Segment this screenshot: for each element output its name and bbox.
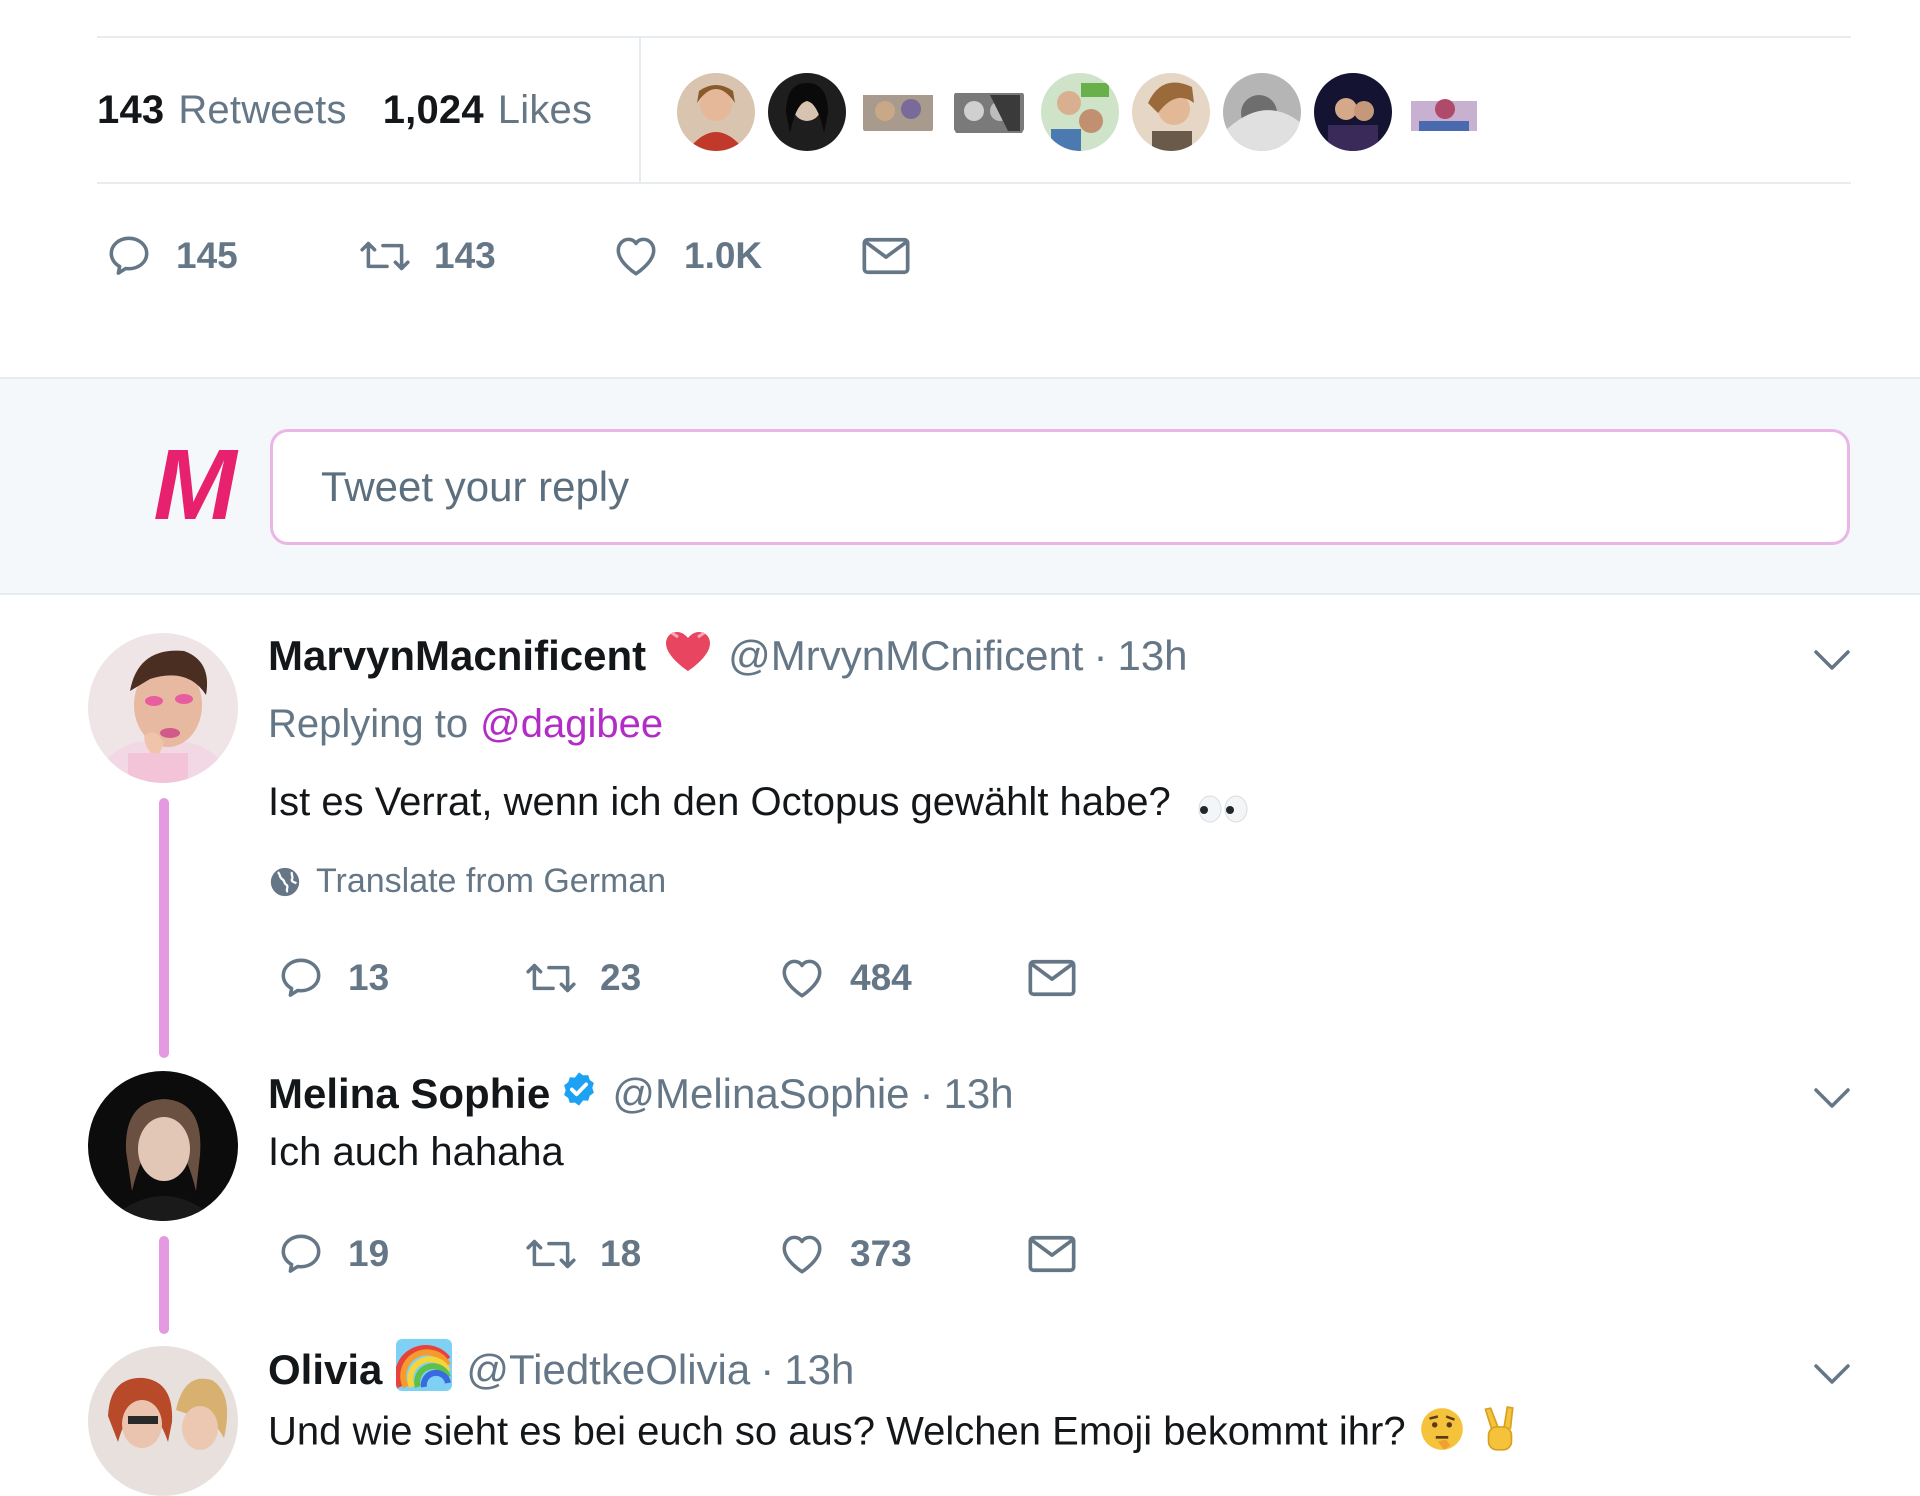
retweet-count: 143 [434,235,496,276]
reply-action[interactable]: 145 [104,226,358,286]
retweet-icon[interactable] [524,953,578,1003]
liker-avatar[interactable] [950,73,1028,151]
thread-connector [159,1236,169,1334]
tweet-text: Ich auch hahaha [268,1130,564,1175]
retweets-label[interactable]: Retweets [178,88,346,133]
like-action[interactable]: 373 [776,1224,1026,1284]
dm-action[interactable] [860,226,912,286]
thinking-face-emoji-icon [1417,1404,1467,1464]
like-action[interactable]: 1.0K [610,226,860,286]
heart-icon[interactable] [776,953,828,1003]
thread-connector [159,798,169,1058]
logo-letter: M [153,441,239,531]
reply-count: 19 [348,1233,390,1274]
tweet-header: MarvynMacnificent @MrvynMCnificent · 13h [268,624,1188,688]
liker-avatar[interactable] [1223,73,1301,151]
like-count: 373 [850,1233,912,1274]
tweet-text-body: Und wie sieht es bei euch so aus? Welche… [268,1409,1406,1454]
eyes-emoji-icon [1194,789,1254,823]
liker-avatar[interactable] [1314,73,1392,151]
liker-avatar[interactable] [1041,73,1119,151]
replying-to: Replying to @dagibee [268,702,663,747]
retweets-count[interactable]: 143 [97,88,164,133]
tweet-actions: 19 18 373 [276,1224,1078,1284]
mail-icon[interactable] [860,233,912,279]
translate-link[interactable]: Translate from German [268,862,666,901]
avatar[interactable] [88,1346,238,1496]
display-name[interactable]: MarvynMacnificent [268,632,646,680]
tweet-reply-input[interactable] [270,429,1850,545]
user-handle[interactable]: @MelinaSophie [612,1070,909,1118]
timestamp[interactable]: 13h [1117,632,1187,680]
chevron-down-icon[interactable] [1812,1086,1852,1110]
liker-avatars [677,73,1496,151]
liker-avatar[interactable] [768,73,846,151]
display-name[interactable]: Olivia [268,1346,382,1394]
mail-icon[interactable] [1026,955,1078,1001]
reply-action[interactable]: 13 [276,948,524,1008]
tweet-header: Melina Sophie @MelinaSophie · 13h [268,1062,1014,1126]
tweet-text: Und wie sieht es bei euch so aus? Welche… [268,1404,1522,1464]
tweet-text-body: Ich auch hahaha [268,1130,564,1174]
liker-avatar[interactable] [1132,73,1210,151]
reply-count: 13 [348,957,390,998]
separator-dot: · [919,1070,934,1117]
chevron-down-icon[interactable] [1812,648,1852,672]
retweet-action[interactable]: 23 [524,948,776,1008]
heart-emoji-icon [662,627,714,685]
liker-avatar[interactable] [859,73,937,151]
timestamp[interactable]: 13h [944,1070,1014,1118]
likes-count[interactable]: 1,024 [383,88,484,133]
tweet-header: Olivia @TiedtkeOlivia · 13h [268,1338,854,1402]
display-name[interactable]: Melina Sophie [268,1070,550,1118]
chevron-down-icon[interactable] [1812,1362,1852,1386]
reply-icon[interactable] [276,1229,326,1279]
stat-counts: 143 Retweets 1,024 Likes [97,38,628,182]
liker-avatar[interactable] [1405,73,1483,151]
tweet-text-body: Ist es Verrat, wenn ich den Octopus gewä… [268,780,1171,824]
heart-icon[interactable] [610,231,662,281]
stats-divider [639,38,641,182]
replying-to-label: Replying to [268,702,469,746]
avatar[interactable] [88,1071,238,1221]
heart-icon[interactable] [776,1229,828,1279]
user-handle[interactable]: @TiedtkeOlivia [466,1346,750,1394]
dm-action[interactable] [1026,1224,1078,1284]
retweet-count: 23 [600,957,642,998]
like-action[interactable]: 484 [776,948,1026,1008]
main-tweet-actions: 145 143 1.0K [104,226,912,286]
tweet-stats-bar: 143 Retweets 1,024 Likes [97,36,1851,184]
user-logo-avatar[interactable]: M [150,429,240,541]
retweet-count: 18 [600,1233,642,1274]
like-count: 1.0K [684,235,763,276]
retweet-action[interactable]: 18 [524,1224,776,1284]
mention-link[interactable]: @dagibee [480,702,663,746]
tweet-text: Ist es Verrat, wenn ich den Octopus gewä… [268,780,1254,825]
separator-dot: · [760,1346,775,1393]
reply-composer: M [0,377,1920,595]
verified-badge-icon [560,1070,598,1118]
reply-action[interactable]: 19 [276,1224,524,1284]
timestamp[interactable]: 13h [784,1346,854,1394]
tweet-actions: 13 23 484 [276,948,1078,1008]
victory-hand-emoji-icon [1478,1404,1522,1464]
avatar[interactable] [88,633,238,783]
user-handle[interactable]: @MrvynMCnificent [728,632,1083,680]
dm-action[interactable] [1026,948,1078,1008]
translate-label[interactable]: Translate from German [316,862,666,901]
reply-count: 145 [176,235,238,276]
liker-avatar[interactable] [677,73,755,151]
mail-icon[interactable] [1026,1231,1078,1277]
likes-label[interactable]: Likes [498,88,592,133]
reply-icon[interactable] [276,953,326,1003]
retweet-icon[interactable] [358,231,412,281]
globe-icon [270,867,300,896]
reply-icon[interactable] [104,231,154,281]
rainbow-emoji-icon [395,1339,453,1401]
retweet-action[interactable]: 143 [358,226,610,286]
retweet-icon[interactable] [524,1229,578,1279]
like-count: 484 [850,957,912,998]
separator-dot: · [1093,632,1108,679]
